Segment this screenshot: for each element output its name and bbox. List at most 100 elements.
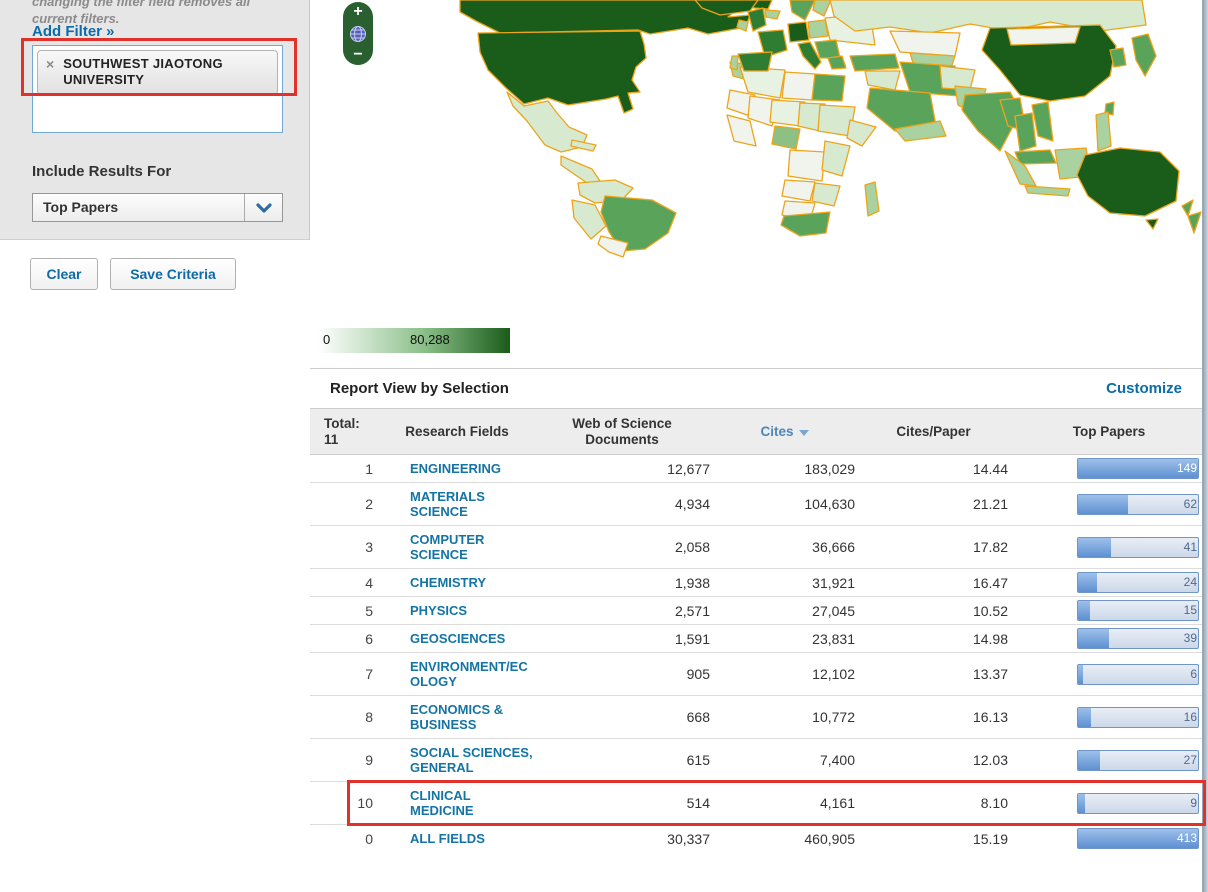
remove-filter-icon[interactable]: × [46, 56, 54, 72]
field-cell: SOCIAL SCIENCES, GENERAL [382, 739, 532, 781]
research-field-link[interactable]: ENVIRONMENT/ECOLOGY [410, 653, 534, 695]
cites-cell: 36,666 [712, 539, 857, 555]
top-papers-cell: 27 [1010, 750, 1208, 771]
rank-cell: 6 [310, 631, 382, 647]
wos-documents-cell: 905 [532, 666, 712, 682]
field-cell: ENGINEERING [382, 455, 532, 482]
top-papers-bar[interactable]: 41 [1077, 537, 1199, 558]
top-papers-value: 9 [1190, 796, 1197, 810]
cites-cell: 31,921 [712, 575, 857, 591]
rank-cell: 2 [310, 496, 382, 512]
column-header-top-papers[interactable]: Top Papers [1010, 418, 1208, 446]
vertical-scrollbar[interactable] [1202, 0, 1208, 892]
field-cell: CLINICAL MEDICINE [382, 782, 532, 824]
cites-cell: 27,045 [712, 603, 857, 619]
cites-per-paper-cell: 14.44 [857, 461, 1010, 477]
results-type-dropdown[interactable]: Top Papers [32, 193, 283, 222]
research-field-link[interactable]: CHEMISTRY [410, 569, 534, 596]
wos-documents-cell: 668 [532, 709, 712, 725]
table-row: 0ALL FIELDS30,337460,90515.19413 [310, 824, 1208, 852]
field-cell: ALL FIELDS [382, 825, 532, 852]
cites-cell: 4,161 [712, 795, 857, 811]
top-papers-cell: 6 [1010, 664, 1208, 685]
research-field-link[interactable]: COMPUTER SCIENCE [410, 526, 534, 568]
research-field-link[interactable]: SOCIAL SCIENCES, GENERAL [410, 739, 534, 781]
top-papers-bar[interactable]: 24 [1077, 572, 1199, 593]
esi-results-page: changing the filter field removes all cu… [0, 0, 1208, 892]
active-filter-box[interactable]: × SOUTHWEST JIAOTONG UNIVERSITY [32, 45, 283, 133]
rank-cell: 10 [310, 795, 382, 811]
column-header-cites-per-paper[interactable]: Cites/Paper [857, 418, 1010, 446]
field-cell: MATERIALS SCIENCE [382, 483, 532, 525]
report-titlebar: Report View by Selection Customize [310, 369, 1208, 409]
table-row: 10CLINICAL MEDICINE5144,1618.109 [310, 781, 1208, 824]
research-field-link[interactable]: ECONOMICS & BUSINESS [410, 696, 534, 738]
map-zoom-in-button[interactable]: + [353, 5, 362, 19]
top-papers-bar[interactable]: 149 [1077, 458, 1199, 479]
table-row: 2MATERIALS SCIENCE4,934104,63021.2162 [310, 482, 1208, 525]
top-papers-bar[interactable]: 62 [1077, 494, 1199, 515]
filters-panel: changing the filter field removes all cu… [0, 0, 310, 240]
wos-documents-cell: 30,337 [532, 831, 712, 847]
save-criteria-button[interactable]: Save Criteria [110, 258, 236, 290]
legend-min-label: 0 [323, 332, 330, 347]
column-header-wos-documents[interactable]: Web of Science Documents [532, 410, 712, 454]
top-papers-cell: 149 [1010, 458, 1208, 479]
cites-cell: 10,772 [712, 709, 857, 725]
top-papers-bar[interactable]: 413 [1077, 828, 1199, 849]
top-papers-value: 39 [1184, 631, 1197, 645]
top-papers-bar-fill [1078, 794, 1085, 813]
top-papers-bar[interactable]: 9 [1077, 793, 1199, 814]
top-papers-cell: 62 [1010, 494, 1208, 515]
top-papers-bar[interactable]: 6 [1077, 664, 1199, 685]
research-field-link[interactable]: ALL FIELDS [410, 825, 534, 852]
top-papers-bar[interactable]: 15 [1077, 600, 1199, 621]
top-papers-value: 24 [1184, 575, 1197, 589]
research-field-link[interactable]: ENGINEERING [410, 455, 534, 482]
rank-cell: 5 [310, 603, 382, 619]
top-papers-value: 27 [1184, 753, 1197, 767]
research-field-link[interactable]: GEOSCIENCES [410, 625, 534, 652]
field-cell: ECONOMICS & BUSINESS [382, 696, 532, 738]
top-papers-bar-fill [1078, 538, 1111, 557]
table-row: 8ECONOMICS & BUSINESS66810,77216.1316 [310, 695, 1208, 738]
column-header-total: Total: 11 [310, 410, 382, 454]
column-header-cites[interactable]: Cites [712, 418, 857, 446]
research-field-link[interactable]: CLINICAL MEDICINE [410, 782, 534, 824]
cites-per-paper-cell: 15.19 [857, 831, 1010, 847]
filters-sidebar: changing the filter field removes all cu… [0, 0, 310, 892]
clear-button[interactable]: Clear [30, 258, 98, 290]
cites-per-paper-cell: 12.03 [857, 752, 1010, 768]
research-field-link[interactable]: PHYSICS [410, 597, 534, 624]
table-row: 9SOCIAL SCIENCES, GENERAL6157,40012.0327 [310, 738, 1208, 781]
table-row: 1ENGINEERING12,677183,02914.44149 [310, 455, 1208, 482]
top-papers-bar-fill [1078, 573, 1097, 592]
report-view-panel: Report View by Selection Customize Total… [310, 368, 1208, 852]
dropdown-button[interactable] [244, 194, 282, 221]
add-filter-link[interactable]: Add Filter » [32, 23, 115, 40]
table-header-row: Total: 11 Research Fields Web of Science… [310, 409, 1208, 455]
column-header-research-fields[interactable]: Research Fields [382, 418, 532, 446]
main-content: + − 0 80,288 Report View by Selection Cu… [310, 0, 1208, 892]
cites-cell: 12,102 [712, 666, 857, 682]
map-zoom-control[interactable]: + − [343, 2, 373, 65]
globe-icon[interactable] [349, 25, 367, 43]
world-map-svg[interactable] [310, 0, 1208, 365]
rank-cell: 7 [310, 666, 382, 682]
top-papers-bar[interactable]: 39 [1077, 628, 1199, 649]
research-field-link[interactable]: MATERIALS SCIENCE [410, 483, 534, 525]
top-papers-cell: 15 [1010, 600, 1208, 621]
top-papers-cell: 24 [1010, 572, 1208, 593]
cites-per-paper-cell: 10.52 [857, 603, 1010, 619]
top-papers-bar-fill [1078, 495, 1128, 514]
top-papers-bar-fill [1078, 665, 1083, 684]
top-papers-cell: 39 [1010, 628, 1208, 649]
customize-link[interactable]: Customize [1106, 380, 1208, 397]
filter-tag[interactable]: × SOUTHWEST JIAOTONG UNIVERSITY [37, 50, 278, 95]
cites-per-paper-cell: 16.13 [857, 709, 1010, 725]
map-zoom-out-button[interactable]: − [353, 48, 362, 62]
rank-cell: 4 [310, 575, 382, 591]
top-papers-bar[interactable]: 27 [1077, 750, 1199, 771]
top-papers-bar[interactable]: 16 [1077, 707, 1199, 728]
cites-cell: 7,400 [712, 752, 857, 768]
